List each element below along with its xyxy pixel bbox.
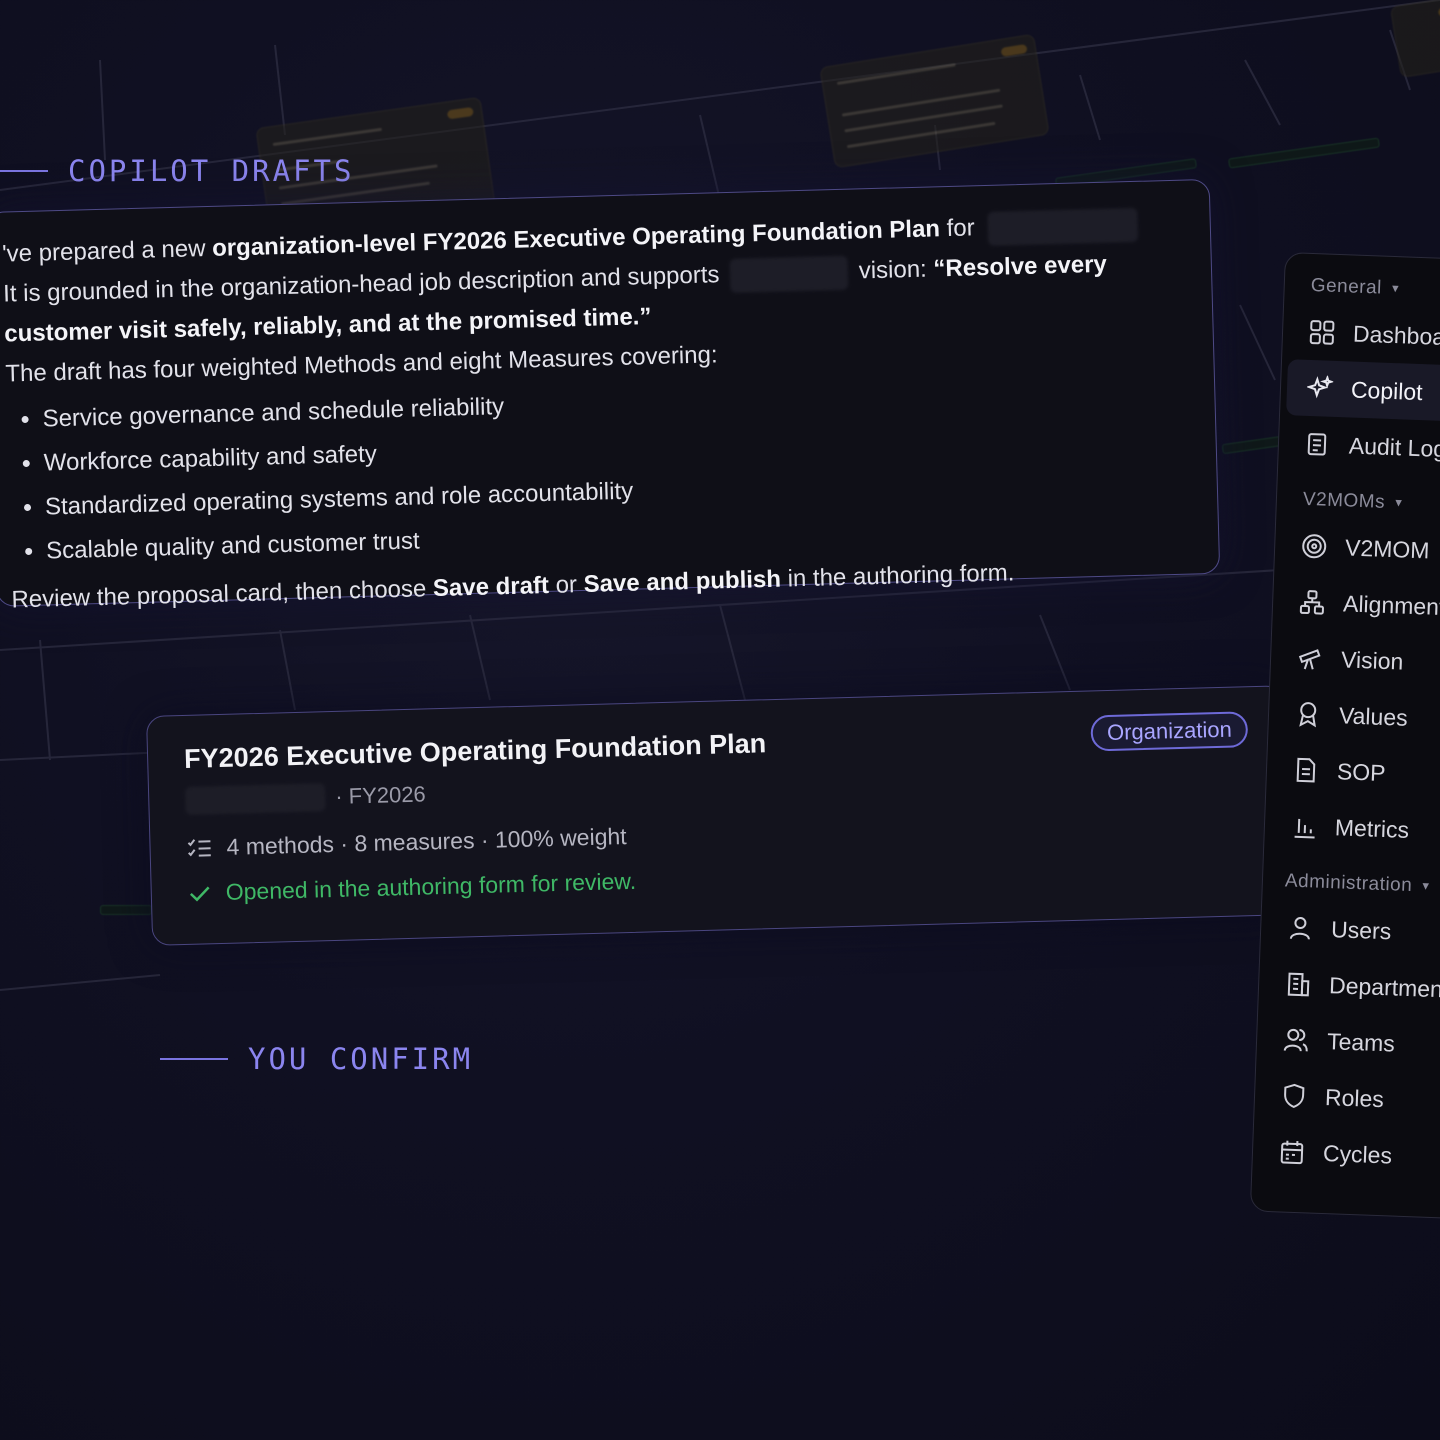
sidebar-item-label: Users — [1330, 915, 1392, 944]
label-dash — [160, 1058, 228, 1060]
message-text: vision: — [858, 255, 934, 285]
message-text: Review the proposal card, then choose — [11, 575, 434, 614]
document-icon — [1296, 757, 1316, 783]
sidebar-group-label: General — [1310, 274, 1383, 299]
sidebar-item-roles[interactable]: Roles — [1280, 1067, 1440, 1130]
copilot-message-card: 've prepared a new organization-level FY… — [0, 178, 1221, 613]
sidebar-item-label: Alignment — [1342, 589, 1440, 620]
sidebar-item-teams[interactable]: Teams — [1282, 1011, 1440, 1074]
chevron-down-icon: ▼ — [1389, 282, 1402, 296]
proposal-stats-text: 4 methods · 8 measures · 100% weight — [226, 823, 627, 860]
scroll-icon — [1307, 433, 1327, 456]
sidebar-item-label: Cycles — [1322, 1139, 1393, 1169]
sidebar-item-label: Metrics — [1334, 813, 1410, 843]
org-leaf — [100, 905, 152, 915]
message-emphasis: “Resolve every — [933, 250, 1108, 283]
save-draft-mention: Save draft — [432, 571, 550, 603]
list-check-icon — [187, 838, 211, 857]
chevron-down-icon: ▼ — [1392, 497, 1405, 510]
user-icon — [1289, 917, 1310, 940]
chevron-down-icon: ▼ — [1420, 880, 1432, 893]
dashboard-icon — [1309, 320, 1335, 345]
sidebar-group-label: Administration — [1284, 870, 1413, 897]
sidebar-item-departments[interactable]: Departments — [1284, 956, 1440, 1019]
sidebar-item-label: Teams — [1326, 1027, 1396, 1057]
proposal-card[interactable]: FY2026 Executive Operating Foundation Pl… — [146, 685, 1290, 946]
bar-chart-icon — [1294, 818, 1315, 839]
building-icon — [1287, 972, 1310, 997]
sidebar-item-vision[interactable]: Vision — [1296, 630, 1440, 693]
redacted-organization-name — [184, 783, 326, 815]
sidebar-item-cycles[interactable]: Cycles — [1278, 1123, 1440, 1186]
sidebar-item-label: Dashboard — [1352, 320, 1440, 351]
sidebar-item-copilot[interactable]: Copilot — [1286, 359, 1440, 423]
message-text: 've prepared a new — [1, 234, 213, 268]
hierarchy-icon — [1299, 590, 1324, 615]
coverage-list: Service governance and schedule reliabil… — [6, 366, 1218, 575]
telescope-icon — [1298, 649, 1321, 670]
proposal-period: · FY2026 — [334, 781, 427, 809]
calendar-icon — [1280, 1140, 1304, 1165]
sidebar-item-label: Vision — [1340, 645, 1404, 675]
sparkles-icon — [1306, 374, 1334, 399]
sidebar-item-audit-log[interactable]: Audit Log — [1304, 416, 1440, 479]
section-label-text: YOU CONFIRM — [248, 1042, 474, 1076]
sidebar-item-dashboard[interactable]: Dashboard — [1308, 304, 1440, 367]
check-icon — [189, 886, 210, 901]
sidebar-item-users[interactable]: Users — [1286, 900, 1440, 963]
message-text: for — [939, 214, 976, 243]
sidebar-item-metrics[interactable]: Metrics — [1290, 798, 1440, 861]
section-label-text: COPILOT DRAFTS — [68, 154, 355, 188]
sidebar-item-label: SOP — [1336, 757, 1387, 786]
message-text: in the authoring form. — [780, 559, 1015, 593]
scope-badge: Organization — [1090, 711, 1249, 752]
target-icon — [1302, 534, 1327, 559]
section-label-you-confirm: YOU CONFIRM — [160, 1042, 473, 1076]
sidebar-item-alignment[interactable]: Alignment — [1298, 574, 1440, 637]
message-text: or — [548, 570, 585, 599]
sidebar-item-label: Departments — [1328, 971, 1440, 1003]
save-and-publish-mention: Save and publish — [583, 565, 782, 598]
sidebar-item-label: Copilot — [1350, 376, 1424, 405]
sidebar-item-label: Roles — [1324, 1083, 1385, 1112]
redacted-organization-name — [986, 207, 1138, 246]
proposal-status-text: Opened in the authoring form for review. — [225, 867, 637, 905]
sidebar-item-values[interactable]: Values — [1294, 686, 1440, 749]
label-dash — [0, 170, 48, 172]
sidebar-item-v2mom[interactable]: V2MOM — [1300, 518, 1440, 581]
proposal-status: Opened in the authoring form for review. — [187, 851, 1251, 907]
sidebar-group-label: V2MOMs — [1302, 488, 1386, 513]
proposal-stats: 4 methods · 8 measures · 100% weight — [186, 806, 1250, 862]
sidebar-item-sop[interactable]: SOP — [1292, 742, 1440, 805]
sidebar-item-label: V2MOM — [1344, 533, 1430, 563]
shield-icon — [1284, 1083, 1305, 1108]
award-icon — [1299, 702, 1317, 728]
users-icon — [1283, 1028, 1308, 1052]
sidebar-item-label: Audit Log — [1348, 431, 1440, 462]
section-label-copilot-drafts: COPILOT DRAFTS — [0, 154, 354, 188]
sidebar-item-label: Values — [1338, 701, 1409, 731]
redacted-organization-name — [729, 255, 849, 293]
